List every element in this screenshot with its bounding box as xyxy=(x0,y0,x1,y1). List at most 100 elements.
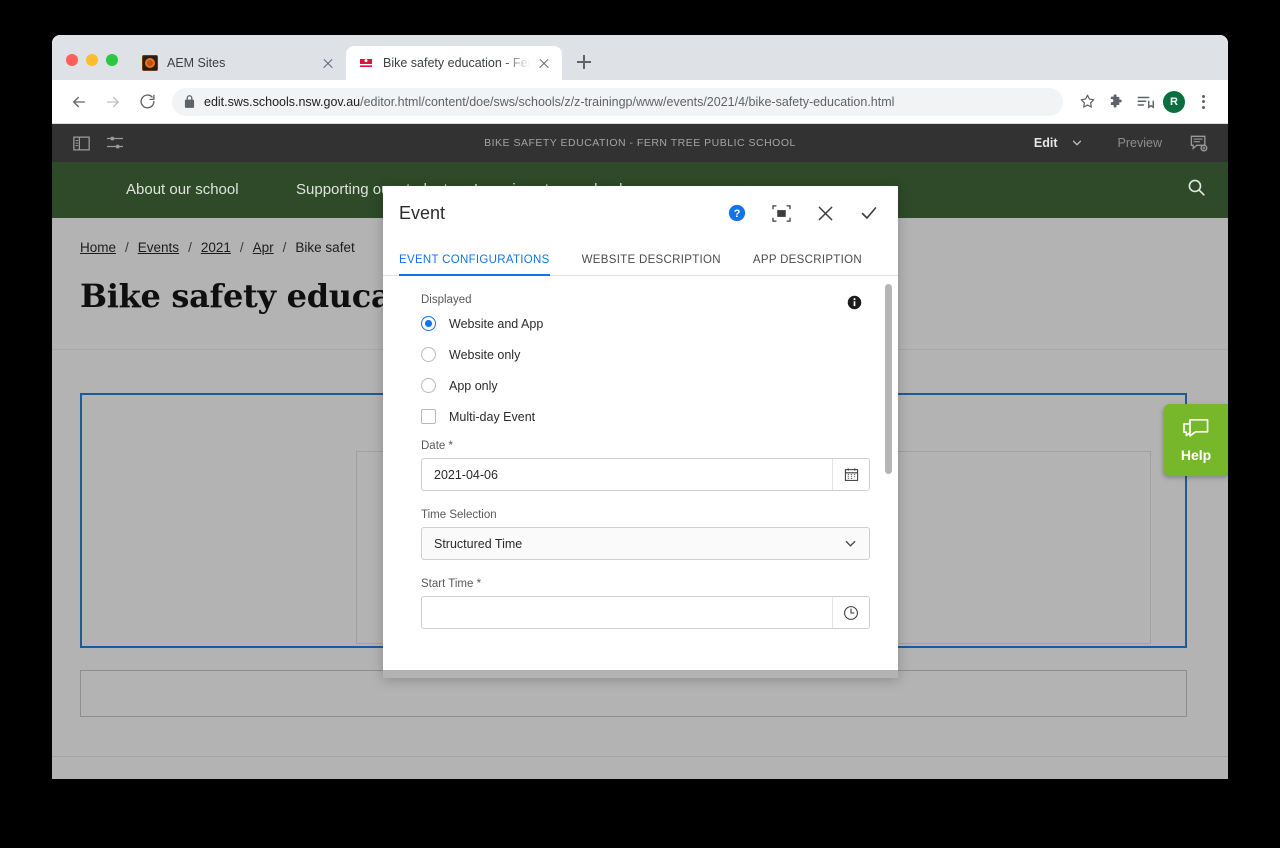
dialog-scrollbar[interactable] xyxy=(885,284,892,670)
clock-icon[interactable] xyxy=(832,597,869,628)
browser-tab-strip: AEM Sites Bike safety education - Fern T… xyxy=(52,35,1228,80)
dialog-tabs: EVENT CONFIGURATIONS WEBSITE DESCRIPTION… xyxy=(383,240,898,276)
annotate-icon[interactable] xyxy=(1182,128,1216,158)
search-icon[interactable] xyxy=(1187,178,1206,202)
breadcrumb-item-2021[interactable]: 2021 xyxy=(201,240,231,255)
nav-item-about-our-school[interactable]: About our school xyxy=(126,181,296,198)
radio-label: Website and App xyxy=(449,316,544,331)
lock-icon xyxy=(184,95,195,108)
forward-arrow-icon[interactable] xyxy=(98,87,128,117)
dialog-title: Event xyxy=(399,202,446,223)
breadcrumb-item-apr[interactable]: Apr xyxy=(253,240,274,255)
radio-website-only[interactable]: Website only xyxy=(421,347,870,362)
star-icon[interactable] xyxy=(1074,89,1100,115)
browser-tab-aem-sites[interactable]: AEM Sites xyxy=(130,46,346,80)
start-time-input-group[interactable] xyxy=(421,596,870,629)
checkbox-input[interactable] xyxy=(421,409,436,424)
time-selection-value: Structured Time xyxy=(434,536,523,551)
browser-tab-bike-safety[interactable]: Bike safety education - Fern Tr xyxy=(346,46,562,80)
avatar[interactable]: R xyxy=(1161,89,1187,115)
preview-button[interactable]: Preview xyxy=(1092,136,1178,150)
page-divider xyxy=(52,756,1228,757)
tab-website-description[interactable]: WEBSITE DESCRIPTION xyxy=(582,254,737,275)
close-tab-button[interactable] xyxy=(536,55,552,71)
close-window-button[interactable] xyxy=(66,54,78,66)
aem-icon xyxy=(142,55,158,71)
time-selection-field-group: Time Selection Structured Time xyxy=(421,509,870,560)
checkbox-multi-day-event[interactable]: Multi-day Event xyxy=(421,409,870,424)
chevron-down-icon xyxy=(844,537,857,550)
help-button-label: Help xyxy=(1180,447,1212,463)
edit-mode-button[interactable]: Edit xyxy=(1024,136,1062,150)
start-time-input[interactable] xyxy=(422,597,832,628)
browser-toolbar: edit.sws.schools.nsw.gov.au /editor.html… xyxy=(52,80,1228,124)
tab-title: Bike safety education - Fern Tr xyxy=(383,56,530,70)
kebab-menu-icon[interactable] xyxy=(1190,89,1216,115)
dialog-actions: ? xyxy=(726,202,880,224)
displayed-field-group: Displayed xyxy=(421,294,870,316)
date-input-group[interactable]: 2021-04-06 xyxy=(421,458,870,491)
aem-toolbar-right: Edit Preview xyxy=(1024,128,1216,158)
time-selection-select[interactable]: Structured Time xyxy=(421,527,870,560)
maximize-window-button[interactable] xyxy=(106,54,118,66)
close-tab-button[interactable] xyxy=(320,55,336,71)
breadcrumb-item-current: Bike safet xyxy=(295,240,355,255)
date-input[interactable]: 2021-04-06 xyxy=(422,459,832,490)
reload-icon[interactable] xyxy=(132,87,162,117)
address-bar[interactable]: edit.sws.schools.nsw.gov.au /editor.html… xyxy=(172,87,1063,116)
start-time-label: Start Time * xyxy=(421,578,482,590)
checkbox-label: Multi-day Event xyxy=(449,409,536,424)
fullscreen-icon[interactable] xyxy=(770,202,792,224)
reading-list-icon[interactable] xyxy=(1132,89,1158,115)
radio-label: Website only xyxy=(449,347,521,362)
radio-button[interactable] xyxy=(421,378,436,393)
radio-website-and-app[interactable]: Website and App xyxy=(421,316,870,331)
chat-bubble-icon xyxy=(1181,417,1211,444)
calendar-icon[interactable] xyxy=(832,459,869,490)
svg-text:?: ? xyxy=(734,208,741,220)
breadcrumb-item-home[interactable]: Home xyxy=(80,240,116,255)
tab-event-configurations[interactable]: EVENT CONFIGURATIONS xyxy=(399,254,566,276)
radio-button[interactable] xyxy=(421,316,436,331)
sliders-icon[interactable] xyxy=(98,128,132,158)
breadcrumb-item-events[interactable]: Events xyxy=(138,240,179,255)
dialog-header: Event ? xyxy=(383,186,898,240)
tab-title: AEM Sites xyxy=(167,56,226,70)
back-arrow-icon[interactable] xyxy=(64,87,94,117)
radio-app-only[interactable]: App only xyxy=(421,378,870,393)
url-domain: edit.sws.schools.nsw.gov.au xyxy=(204,94,361,109)
puzzle-piece-icon[interactable] xyxy=(1103,89,1129,115)
chevron-down-icon[interactable] xyxy=(1066,132,1088,154)
side-panel-icon[interactable] xyxy=(64,128,98,158)
aem-editor-toolbar: BIKE SAFETY EDUCATION - FERN TREE PUBLIC… xyxy=(52,124,1228,162)
help-button[interactable]: Help xyxy=(1164,404,1228,476)
page-viewport: BIKE SAFETY EDUCATION - FERN TREE PUBLIC… xyxy=(52,124,1228,779)
minimize-window-button[interactable] xyxy=(86,54,98,66)
confirm-icon[interactable] xyxy=(858,202,880,224)
breadcrumb-separator: / xyxy=(239,240,244,255)
breadcrumb-separator: / xyxy=(188,240,192,255)
start-time-field-group: Start Time * xyxy=(421,578,870,629)
browser-window: AEM Sites Bike safety education - Fern T… xyxy=(52,35,1228,779)
breadcrumb-separator: / xyxy=(125,240,129,255)
avatar-initial: R xyxy=(1163,90,1185,113)
displayed-label: Displayed xyxy=(421,294,472,306)
close-icon[interactable] xyxy=(814,202,836,224)
breadcrumb-separator: / xyxy=(282,240,287,255)
window-controls xyxy=(52,54,130,80)
help-icon[interactable]: ? xyxy=(726,202,748,224)
scrollbar-thumb[interactable] xyxy=(885,284,892,474)
radio-button[interactable] xyxy=(421,347,436,362)
info-icon[interactable] xyxy=(846,294,862,310)
nsw-gov-icon xyxy=(358,55,374,71)
tab-app-description[interactable]: APP DESCRIPTION xyxy=(753,254,878,275)
url-path: /editor.html/content/doe/sws/schools/z/z… xyxy=(360,94,895,109)
date-field-group: Date * 2021-04-06 xyxy=(421,440,870,491)
date-label: Date * xyxy=(421,440,453,452)
dialog-footer-strip xyxy=(383,670,898,678)
dialog-body: Displayed Website and App Website only A… xyxy=(383,276,898,670)
radio-label: App only xyxy=(449,378,498,393)
new-tab-button[interactable] xyxy=(570,48,598,76)
event-dialog: Event ? EVENT CONFIGURATIONS WEBSITE DES… xyxy=(383,186,898,678)
time-selection-label: Time Selection xyxy=(421,509,497,521)
